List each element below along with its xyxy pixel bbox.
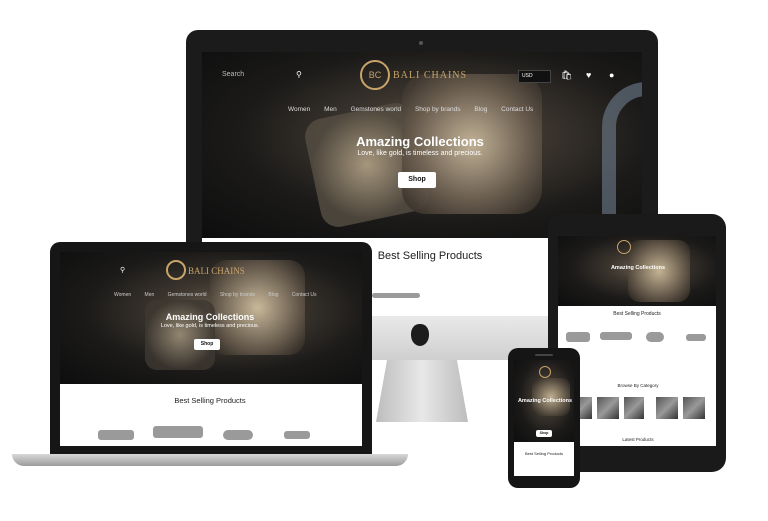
monitor-camera — [419, 41, 423, 45]
nav-gemstones[interactable]: Gemstones world — [351, 106, 402, 113]
laptop-shop-button[interactable]: Shop — [194, 339, 220, 350]
search-input[interactable]: Search — [222, 71, 244, 78]
wishlist-icon[interactable]: ♥ — [586, 70, 591, 80]
tablet-content — [558, 306, 716, 446]
monitor-section-title: Best Selling Products — [377, 250, 483, 262]
laptop-section-title: Best Selling Products — [174, 396, 246, 405]
laptop-hero-title: Amazing Collections — [165, 312, 255, 322]
phone-content — [514, 442, 574, 476]
currency-select[interactable]: USD — [518, 70, 551, 83]
tablet-product-4[interactable] — [686, 334, 706, 341]
tablet-product-2[interactable] — [600, 332, 632, 340]
laptop-nav-brands[interactable]: Shop by brands — [220, 292, 255, 298]
laptop-nav-men[interactable]: Men — [145, 292, 155, 298]
nav-blog[interactable]: Blog — [474, 106, 487, 113]
phone-hero-title: Amazing Collections — [517, 398, 573, 404]
nav-shop-by-brands[interactable]: Shop by brands — [415, 106, 461, 113]
laptop-brand-logo — [166, 260, 186, 280]
tablet-brand-logo — [617, 240, 631, 254]
laptop-nav-blog[interactable]: Blog — [268, 292, 278, 298]
laptop-product-4[interactable] — [284, 431, 310, 439]
laptop-hero-cufflink-small — [145, 300, 215, 370]
phone-hero-cufflink — [532, 378, 570, 416]
laptop-nav-women[interactable]: Women — [114, 292, 131, 298]
laptop-nav-contact[interactable]: Contact Us — [292, 292, 317, 298]
nav-contact[interactable]: Contact Us — [501, 106, 533, 113]
tablet-hero-title: Amazing Collections — [610, 265, 666, 271]
tablet-category-3[interactable] — [624, 397, 644, 419]
tablet-category-5[interactable] — [683, 397, 705, 419]
laptop-brand-name: BALI CHAINS — [188, 266, 245, 276]
tablet-category-4[interactable] — [656, 397, 678, 419]
tablet-category-title: Browse By Category — [617, 383, 659, 388]
laptop-nav: Women Men Gemstones world Shop by brands… — [108, 292, 323, 298]
laptop-nav-gemstones[interactable]: Gemstones world — [168, 292, 207, 298]
tablet-product-1[interactable] — [566, 332, 590, 342]
laptop-search-icon[interactable]: ⚲ — [120, 266, 125, 274]
laptop-base — [12, 454, 408, 466]
monitor-product-bracelet[interactable] — [372, 293, 420, 298]
hero-subtitle: Love, like gold, is timeless and preciou… — [357, 150, 483, 157]
phone-brand-logo — [539, 366, 551, 378]
tablet-screen-hero — [558, 236, 716, 306]
cart-icon[interactable]: 🛍 — [561, 70, 572, 81]
laptop-hero-subtitle: Love, like gold, is timeless and preciou… — [160, 323, 260, 329]
laptop-product-2[interactable] — [153, 426, 203, 438]
tablet-product-3[interactable] — [646, 332, 664, 342]
monitor-stand — [376, 360, 468, 422]
tablet-section-title: Best Selling Products — [613, 311, 661, 317]
nav-men[interactable]: Men — [324, 106, 337, 113]
tablet-hero-cufflink — [628, 240, 690, 302]
tablet-category-2[interactable] — [597, 397, 619, 419]
nav-women[interactable]: Women — [288, 106, 310, 113]
brand-logo: BC — [360, 60, 390, 90]
apple-logo-icon — [411, 324, 429, 346]
phone-section-title: Best Selling Products — [524, 451, 564, 456]
laptop-product-1[interactable] — [98, 430, 134, 440]
main-nav: Women Men Gemstones world Shop by brands… — [282, 106, 539, 113]
brand-name: BALI CHAINS — [393, 70, 468, 81]
tablet-latest-title: Latest Products — [622, 437, 654, 442]
account-icon[interactable]: ● — [609, 70, 614, 80]
phone-home-button — [538, 478, 550, 484]
hero-title: Amazing Collections — [356, 134, 484, 149]
search-icon[interactable]: ⚲ — [296, 70, 302, 79]
hero-shop-button[interactable]: Shop — [398, 172, 436, 188]
phone-speaker — [535, 354, 553, 356]
laptop-product-3[interactable] — [223, 430, 253, 440]
phone-shop-button[interactable]: Shop — [536, 430, 552, 437]
